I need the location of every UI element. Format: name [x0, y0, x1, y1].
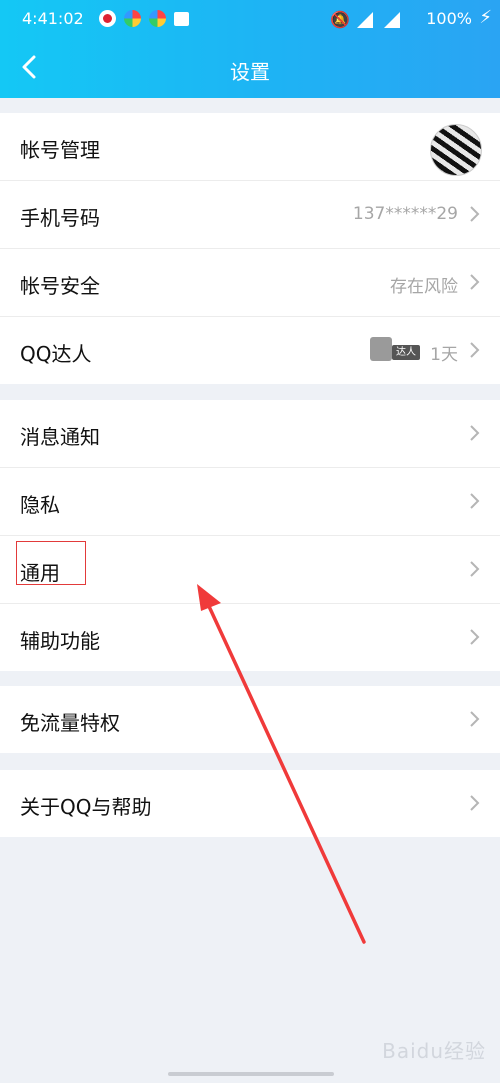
home-indicator[interactable] — [168, 1072, 334, 1076]
watermark: Baidu经验 — [382, 1039, 486, 1063]
annotation-arrow — [197, 584, 366, 944]
